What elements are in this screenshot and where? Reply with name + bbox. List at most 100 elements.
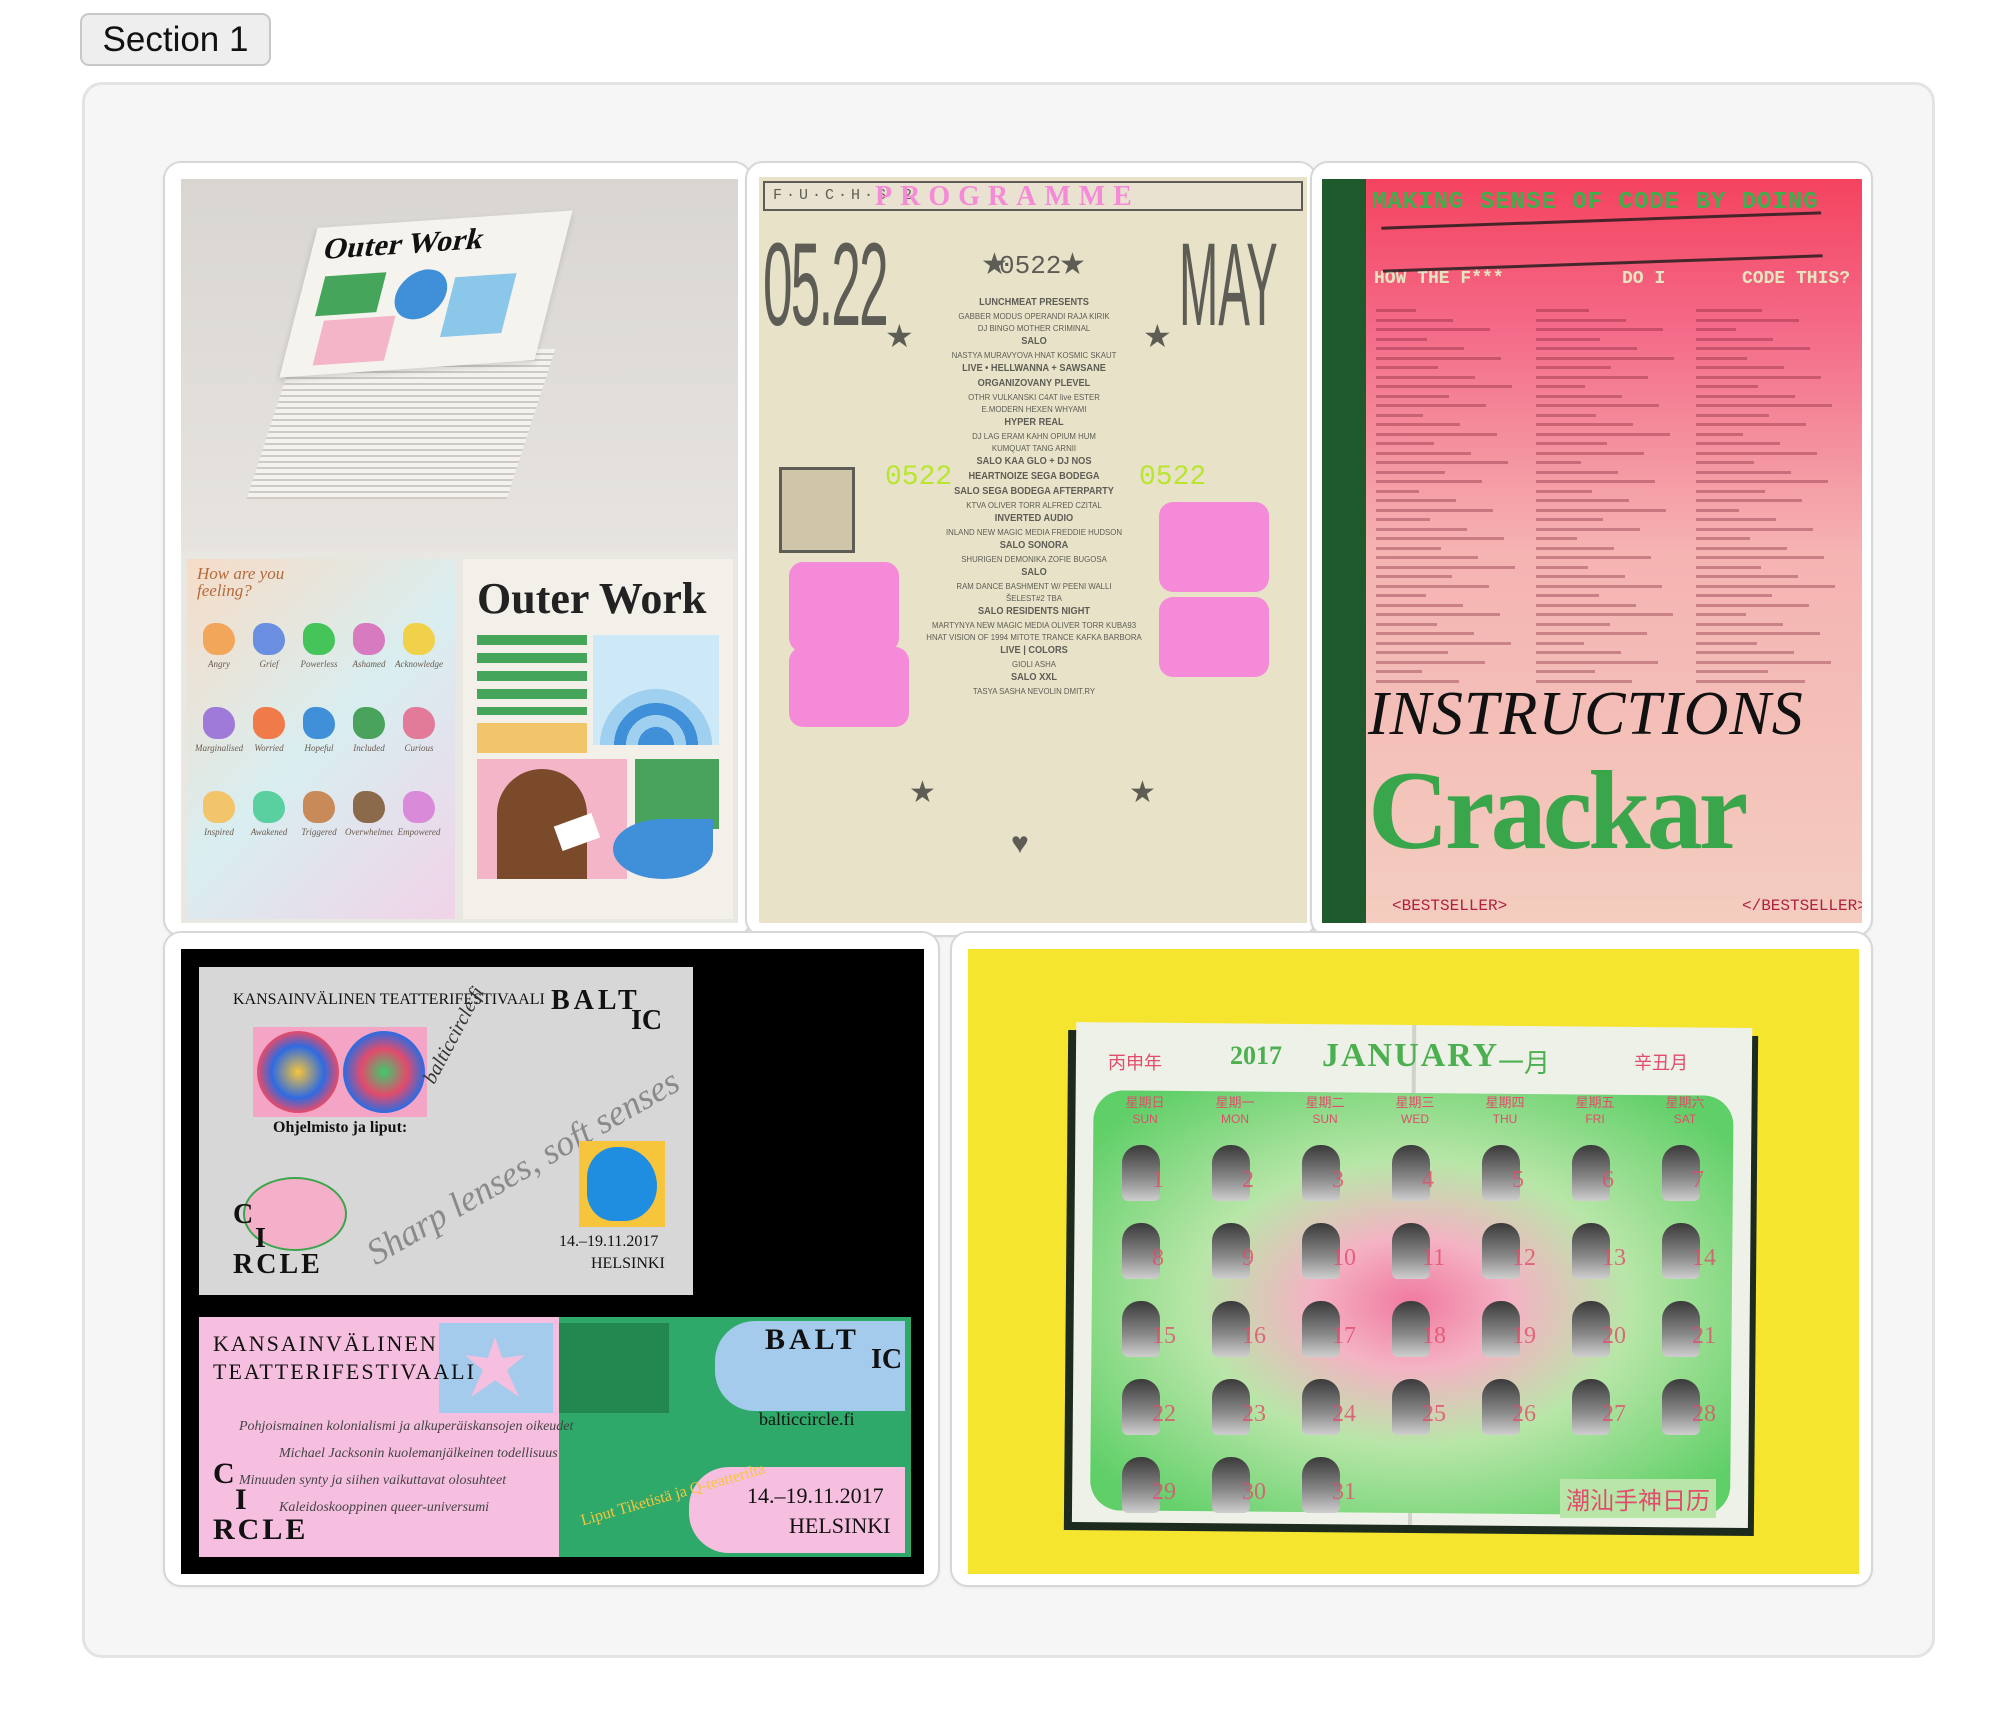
emotion-label: Ashamed xyxy=(352,659,386,669)
star-icon: ★ xyxy=(1059,248,1086,281)
code-line xyxy=(1376,470,1445,474)
code-line xyxy=(1376,575,1452,578)
emotion-item: Included xyxy=(345,703,393,783)
weekday-en: SUN xyxy=(1312,1112,1338,1126)
code-line xyxy=(1696,603,1809,607)
day-cell: 16 xyxy=(1190,1295,1280,1371)
weekday-cn: 星期三 xyxy=(1395,1095,1435,1110)
emotion-label: Overwhelmed xyxy=(345,827,393,837)
code-line xyxy=(1376,375,1475,379)
code-line xyxy=(1376,356,1501,360)
code-line xyxy=(1536,575,1625,578)
code-line xyxy=(1536,366,1611,369)
code-line xyxy=(1376,556,1478,559)
code-line xyxy=(1376,385,1512,388)
day-cell: 26 xyxy=(1460,1373,1550,1449)
code-line xyxy=(1696,451,1817,455)
emotion-item: Empowered xyxy=(395,787,443,867)
outer-work-image: Outer Work How are you feeling? Angry Gri… xyxy=(181,179,738,923)
code-line xyxy=(1696,584,1835,588)
weekday-header: 星期四 THU xyxy=(1460,1095,1550,1127)
code-line xyxy=(1536,337,1600,341)
day-number: 8 xyxy=(1152,1245,1164,1271)
day-cell: 15 xyxy=(1100,1295,1190,1371)
star-icon: ★ xyxy=(981,248,1008,281)
code-line xyxy=(1376,584,1489,588)
code-line xyxy=(1696,442,1780,445)
emotion-blob-icon xyxy=(403,791,435,823)
gallery-card-calendar[interactable]: 丙申年 2017 JANUARY 一月 辛丑月 星期日 SUN 星期一 MON 星期二 S… xyxy=(950,931,1873,1587)
feelings-page: How are you feeling? Angry Grief Powerless… xyxy=(187,559,455,919)
gallery-card-code-poster[interactable]: MAKING SENSE OF CODE BY DOING HOW THE F*… xyxy=(1310,161,1873,937)
code-line xyxy=(1376,442,1434,445)
baltic-top-dates: 14.–19.11.2017 xyxy=(559,1233,659,1250)
code-line xyxy=(1696,328,1736,331)
code-line xyxy=(1536,489,1592,493)
emotion-label: Acknowledged xyxy=(395,659,443,669)
day-number: 7 xyxy=(1692,1167,1704,1193)
code-line xyxy=(1376,632,1474,635)
emotion-label: Curious xyxy=(404,743,434,753)
day-cell: 8 xyxy=(1100,1217,1190,1293)
code-line xyxy=(1696,356,1747,360)
baltic-top-logo-3: C xyxy=(233,1199,254,1230)
programme-title: PROGRAMME xyxy=(875,181,1140,212)
code-line xyxy=(1696,660,1831,664)
image-gallery: Outer Work How are you feeling? Angry Gri… xyxy=(82,82,1935,1658)
lineup-line: DJ BINGO MOTHER CRIMINAL xyxy=(977,323,1091,333)
code-line xyxy=(1536,546,1614,550)
code-line xyxy=(1376,499,1456,502)
day-cell: 2 xyxy=(1190,1139,1280,1215)
cover-badge xyxy=(659,883,663,899)
star-icon: ★ xyxy=(909,776,936,809)
code-line xyxy=(1376,461,1508,464)
day-cell: 13 xyxy=(1550,1217,1640,1293)
day-number: 11 xyxy=(1422,1245,1446,1271)
day-number: 1 xyxy=(1152,1167,1164,1193)
day-cell: 21 xyxy=(1640,1295,1730,1371)
weekday-header: 星期五 FRI xyxy=(1550,1095,1640,1127)
weekday-cn: 星期二 xyxy=(1305,1095,1345,1110)
baltic-bottom-city: HELSINKI xyxy=(789,1513,891,1538)
code-line xyxy=(1696,489,1765,493)
gallery-card-baltic-circle[interactable]: KANSAINVÄLINEN TEATTERIFESTIVAALI BALT I… xyxy=(163,931,940,1587)
lineup-line: LUNCHMEAT PRESENTS xyxy=(979,297,1089,308)
day-cell: 19 xyxy=(1460,1295,1550,1371)
code-line xyxy=(1696,423,1806,426)
weekday-header: 星期六 SAT xyxy=(1640,1095,1730,1127)
day-cell: 29 xyxy=(1100,1451,1190,1527)
gallery-card-programme[interactable]: F·U·C·H·S 2 PROGRAMME 05.22 MAY 0522 ★ ★… xyxy=(745,161,1317,937)
gallery-card-outer-work[interactable]: Outer Work How are you feeling? Angry Gri… xyxy=(163,161,752,937)
day-number: 10 xyxy=(1332,1245,1356,1271)
section-tab[interactable]: Section 1 xyxy=(80,13,271,66)
baltic-bottom-logo-4: I xyxy=(235,1483,247,1516)
calendar-photo: 丙申年 2017 JANUARY 一月 辛丑月 星期日 SUN 星期一 MON 星期二 S… xyxy=(968,949,1859,1574)
lineup-line: INLAND NEW MAGIC MEDIA FREDDIE HUDSON xyxy=(946,527,1122,537)
emotion-item: Awakened xyxy=(245,787,293,867)
code-line xyxy=(1696,556,1824,559)
pink-tv-image xyxy=(1159,597,1269,677)
code-line xyxy=(1536,309,1589,312)
code-line xyxy=(1536,347,1637,350)
code-line xyxy=(1536,318,1626,322)
code-line xyxy=(1376,337,1427,341)
day-number: 27 xyxy=(1602,1401,1626,1427)
code-line xyxy=(1536,670,1595,673)
lineup-line: GIOLI ASHA xyxy=(1012,659,1056,669)
code-line xyxy=(1696,480,1828,483)
code-line xyxy=(1536,556,1651,559)
code-line xyxy=(1696,537,1750,540)
code-subline-2: DO I xyxy=(1622,269,1666,289)
lineup-line: GABBER MODUS OPERANDI RAJA KIRIK xyxy=(958,311,1110,321)
code-line xyxy=(1696,546,1787,550)
emotion-label: Included xyxy=(353,743,385,753)
graffiti-word: Crackar xyxy=(1368,749,1748,873)
day-cell: 22 xyxy=(1100,1373,1190,1449)
weekday-en: THU xyxy=(1492,1112,1518,1126)
code-line xyxy=(1696,309,1762,312)
weekday-header: 星期三 WED xyxy=(1370,1095,1460,1127)
emotion-blob-icon xyxy=(353,623,385,655)
day-cell: 11 xyxy=(1370,1217,1460,1293)
feelings-question: How are you feeling? xyxy=(197,564,285,600)
day-number: 31 xyxy=(1332,1479,1356,1505)
